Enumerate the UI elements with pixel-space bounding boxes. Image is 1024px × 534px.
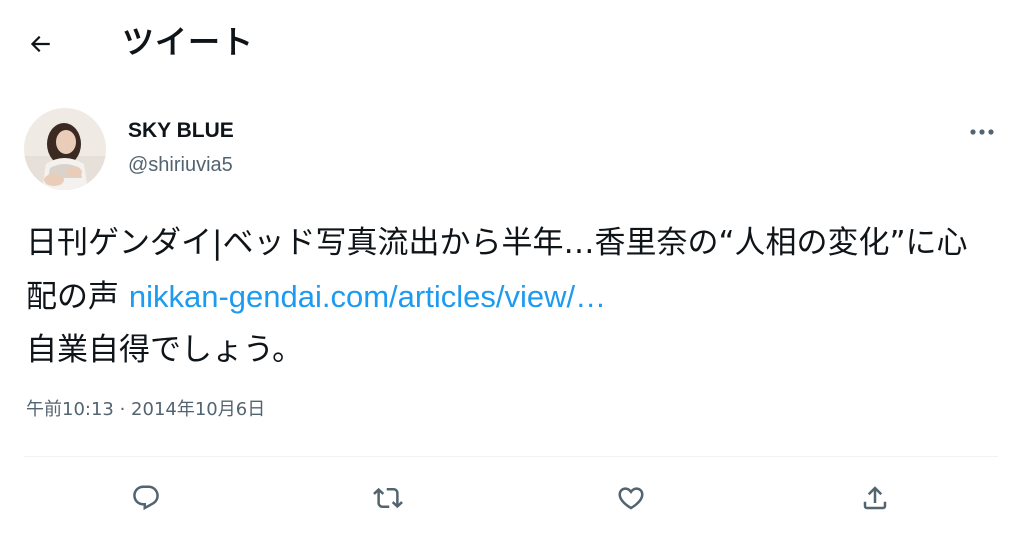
share-icon	[863, 486, 887, 510]
tweet-text-tail: 自業自得でしょう。	[26, 332, 304, 368]
reply-button[interactable]	[126, 478, 166, 518]
avatar-photo	[24, 108, 106, 190]
tweet-header: ツイート	[0, 0, 1024, 84]
more-options-button[interactable]	[962, 118, 1002, 146]
retweet-icon	[373, 487, 403, 509]
tweet-timestamp[interactable]: 午前10:13 · 2014年10月6日	[26, 396, 265, 424]
more-horizontal-icon	[970, 129, 994, 135]
retweet-button[interactable]	[368, 478, 408, 518]
reply-icon	[133, 485, 159, 511]
author-display-name[interactable]: SKY BLUE	[128, 116, 234, 146]
like-icon	[618, 487, 644, 510]
tweet-link[interactable]: nikkan-gendai.com/articles/view/…	[129, 279, 606, 314]
page-title: ツイート	[122, 23, 255, 61]
divider	[24, 456, 998, 457]
arrow-left-icon	[30, 35, 50, 53]
author-handle[interactable]: @shiriuvia5	[128, 151, 233, 179]
like-button[interactable]	[611, 478, 651, 518]
share-button[interactable]	[855, 478, 895, 518]
tweet-text: 日刊ゲンダイ|ベッド写真流出から半年…香里奈の“人相の変化”に心配の声 nikk…	[26, 217, 996, 377]
back-button[interactable]	[22, 26, 58, 62]
author-avatar[interactable]	[24, 108, 106, 190]
